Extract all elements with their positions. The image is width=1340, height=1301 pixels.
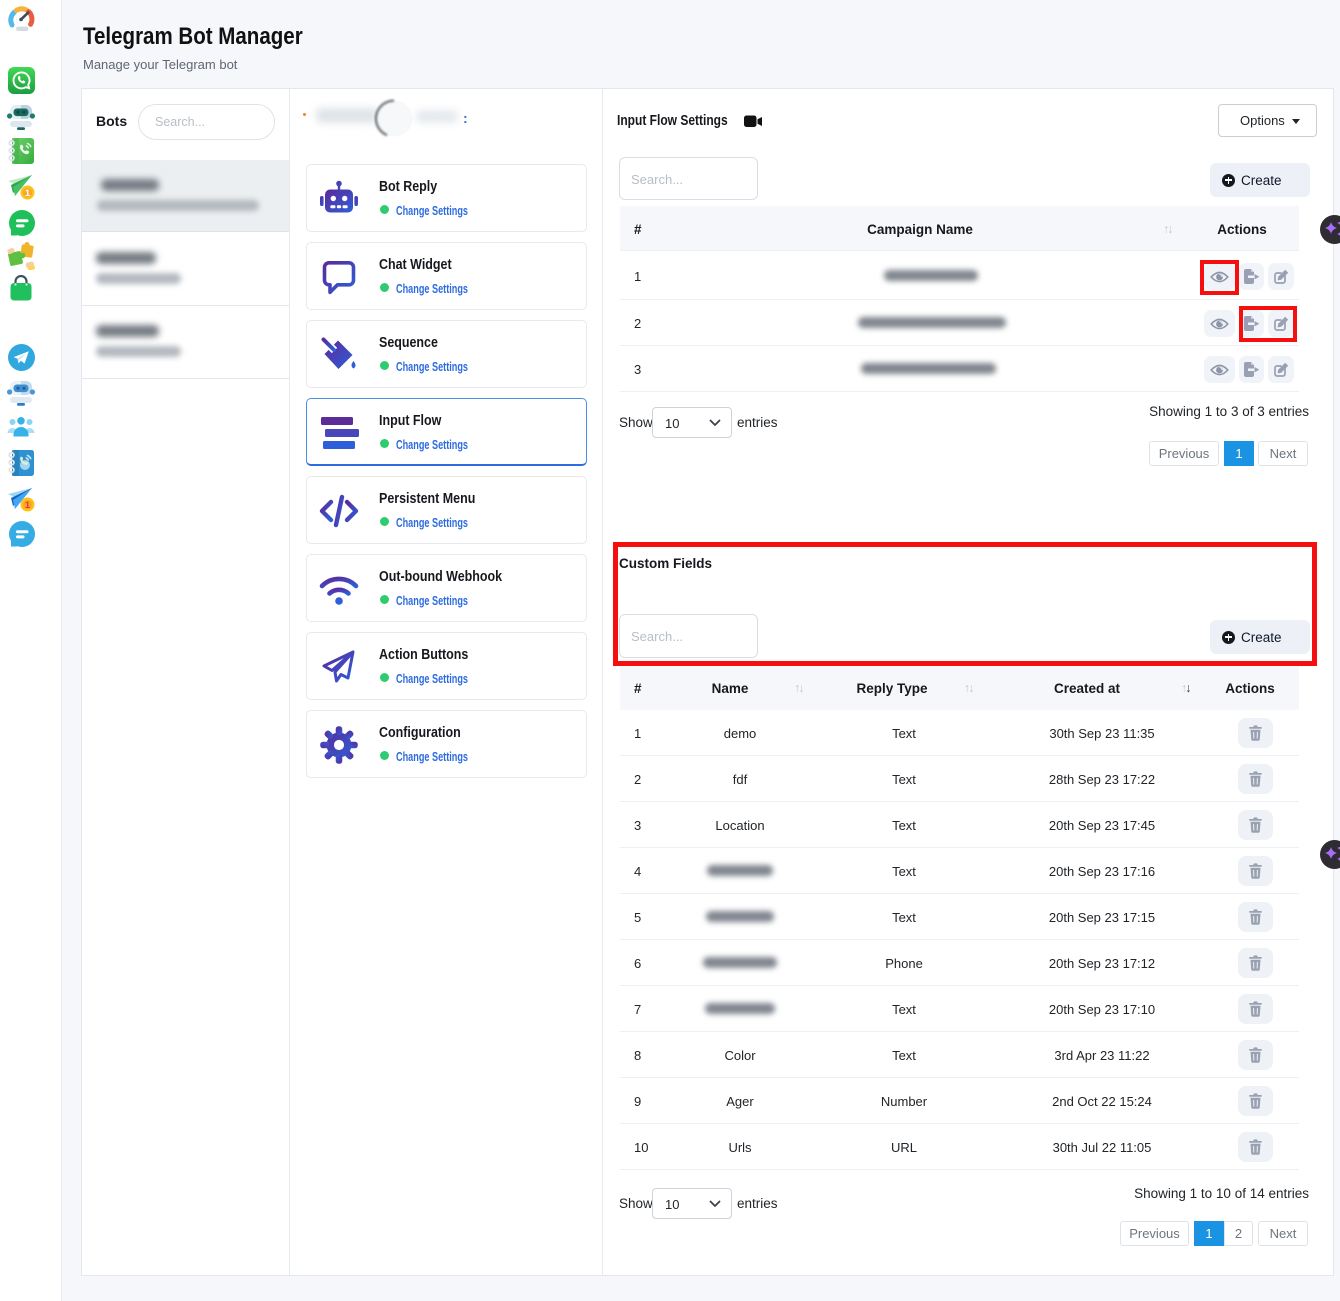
svg-text:1: 1 — [25, 188, 31, 199]
svg-text:1: 1 — [25, 500, 31, 511]
